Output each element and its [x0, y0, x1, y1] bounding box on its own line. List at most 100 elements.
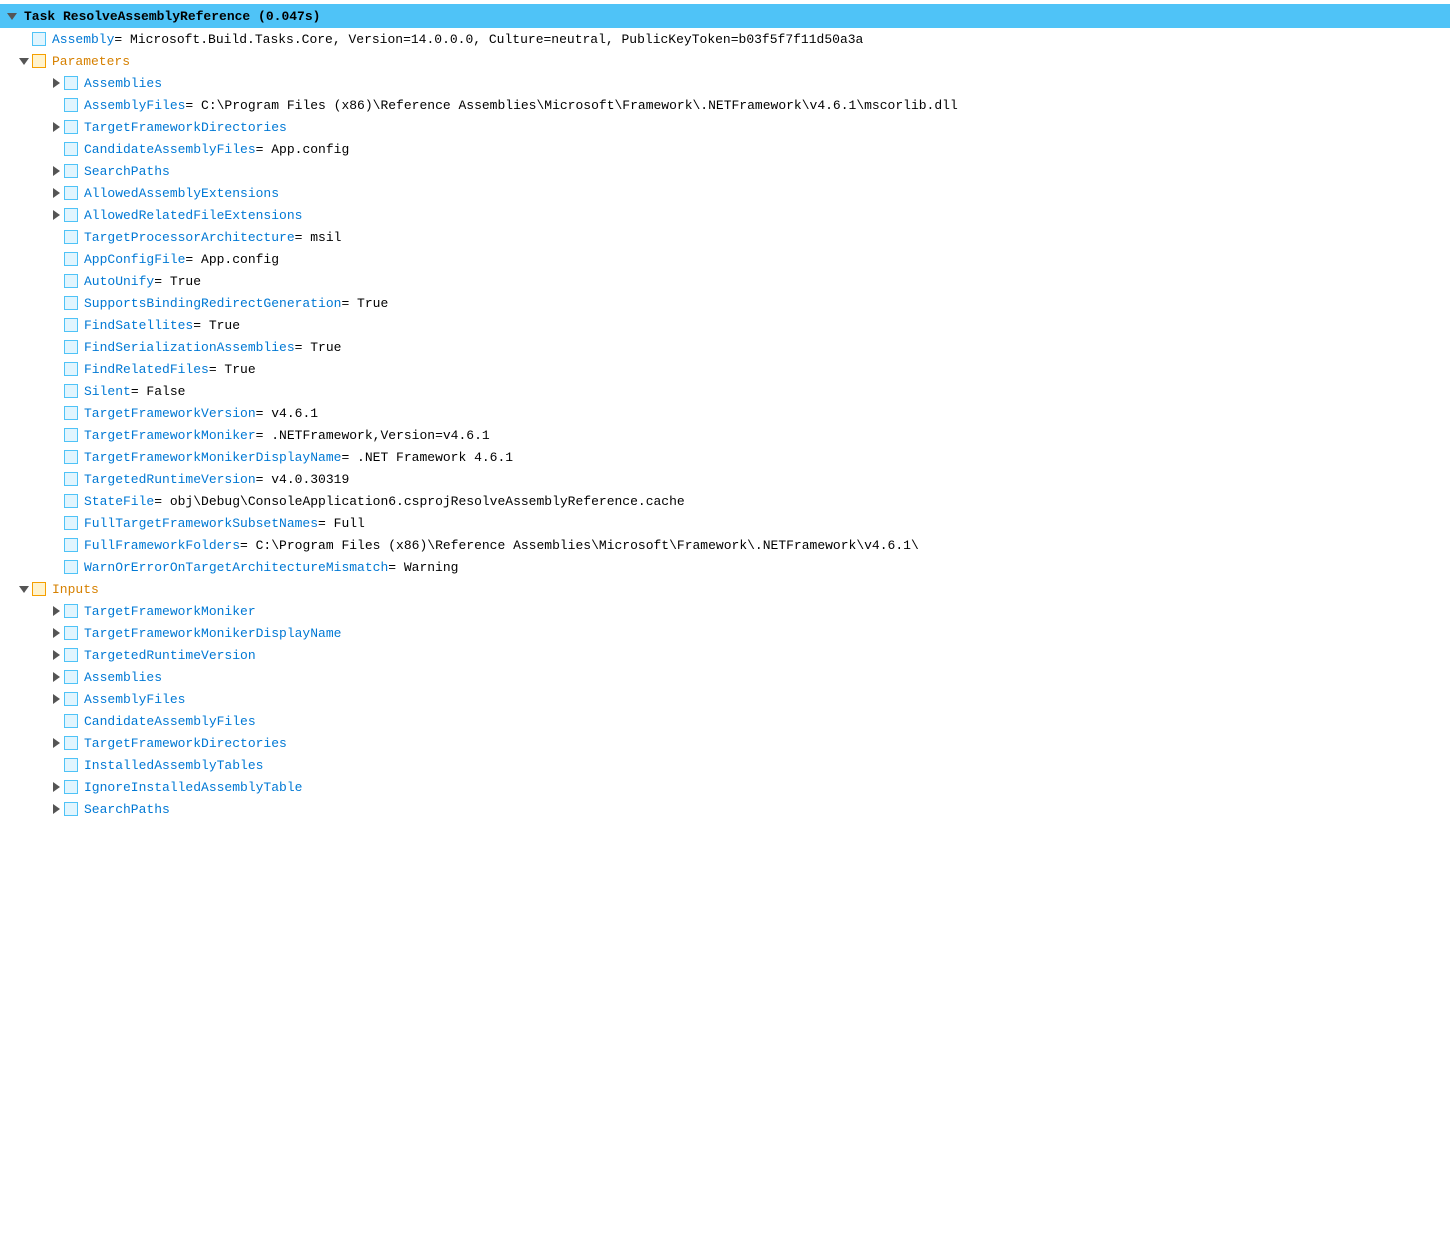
tree-node-findsatellites[interactable]: FindSatellites = True: [0, 314, 1450, 336]
expand-btn-inputs-targetframeworkdirectories[interactable]: [48, 735, 64, 751]
tree-node-silent[interactable]: Silent = False: [0, 380, 1450, 402]
tree-node-targetframeworkmonikerdisplayname[interactable]: TargetFrameworkMonikerDisplayName = .NET…: [0, 446, 1450, 468]
value-targetframeworkmonikerdisplayname: = .NET Framework 4.6.1: [341, 450, 513, 465]
tree-node-inputs-assemblies[interactable]: Assemblies: [0, 666, 1450, 688]
value-findsatellites: = True: [193, 318, 240, 333]
tree-container: Task ResolveAssemblyReference (0.047s) A…: [0, 0, 1450, 824]
tree-node-findserializationassemblies[interactable]: FindSerializationAssemblies = True: [0, 336, 1450, 358]
tree-node-allowedrelatedfileextensions[interactable]: AllowedRelatedFileExtensions: [0, 204, 1450, 226]
tree-node-fullframeworkfolders[interactable]: FullFrameworkFolders = C:\Program Files …: [0, 534, 1450, 556]
icon-assemblies: [64, 75, 80, 91]
tree-node-inputs-targetframeworkmoniker[interactable]: TargetFrameworkMoniker: [0, 600, 1450, 622]
expand-btn-searchpaths[interactable]: [48, 163, 64, 179]
label-inputs-assemblyfiles: AssemblyFiles: [84, 692, 185, 707]
tree-node-assemblies[interactable]: Assemblies: [0, 72, 1450, 94]
expand-btn-inputs-targetframeworkmonikerdisplayname[interactable]: [48, 625, 64, 641]
tree-body: Assembly = Microsoft.Build.Tasks.Core, V…: [0, 28, 1450, 820]
value-appconfigfile: = App.config: [185, 252, 279, 267]
tree-node-findrelatedfiles[interactable]: FindRelatedFiles = True: [0, 358, 1450, 380]
tree-node-inputs-targetframeworkdirectories[interactable]: TargetFrameworkDirectories: [0, 732, 1450, 754]
tree-node-statefile[interactable]: StateFile = obj\Debug\ConsoleApplication…: [0, 490, 1450, 512]
tree-node-targetframeworkmoniker[interactable]: TargetFrameworkMoniker = .NETFramework,V…: [0, 424, 1450, 446]
label-inputs-targetedruntimeversion: TargetedRuntimeVersion: [84, 648, 256, 663]
expand-btn-allowedassemblyextensions[interactable]: [48, 185, 64, 201]
label-targetframeworkdirectories: TargetFrameworkDirectories: [84, 120, 287, 135]
value-targetprocessorarchitecture: = msil: [295, 230, 342, 245]
expand-btn-allowedrelatedfileextensions[interactable]: [48, 207, 64, 223]
tree-node-targetframeworkversion[interactable]: TargetFrameworkVersion = v4.6.1: [0, 402, 1450, 424]
tree-node-inputs-ignoreinstalledassemblytable[interactable]: IgnoreInstalledAssemblyTable: [0, 776, 1450, 798]
expand-btn-inputs-ignoreinstalledassemblytable[interactable]: [48, 779, 64, 795]
icon-inputs: [32, 581, 48, 597]
expand-btn-inputs-searchpaths[interactable]: [48, 801, 64, 817]
label-autounify: AutoUnify: [84, 274, 154, 289]
value-supportsbindingredirectgeneration: = True: [341, 296, 388, 311]
icon-assemblyfiles: [64, 97, 80, 113]
expand-btn-inputs[interactable]: [16, 581, 32, 597]
icon-fulltargetframeworksubsetnames: [64, 515, 80, 531]
icon-allowedrelatedfileextensions: [64, 207, 80, 223]
tree-node-assemblyfiles[interactable]: AssemblyFiles = C:\Program Files (x86)\R…: [0, 94, 1450, 116]
icon-inputs-ignoreinstalledassemblytable: [64, 779, 80, 795]
tree-node-candidateassemblyfiles[interactable]: CandidateAssemblyFiles = App.config: [0, 138, 1450, 160]
tree-node-targetframeworkdirectories[interactable]: TargetFrameworkDirectories: [0, 116, 1450, 138]
expand-btn-inputs-targetframeworkmoniker[interactable]: [48, 603, 64, 619]
tree-node-searchpaths[interactable]: SearchPaths: [0, 160, 1450, 182]
icon-inputs-candidateassemblyfiles: [64, 713, 80, 729]
tree-node-targetprocessorarchitecture[interactable]: TargetProcessorArchitecture = msil: [0, 226, 1450, 248]
tree-node-inputs-candidateassemblyfiles[interactable]: CandidateAssemblyFiles: [0, 710, 1450, 732]
tree-node-allowedassemblyextensions[interactable]: AllowedAssemblyExtensions: [0, 182, 1450, 204]
value-targetframeworkversion: = v4.6.1: [256, 406, 318, 421]
label-inputs-targetframeworkmonikerdisplayname: TargetFrameworkMonikerDisplayName: [84, 626, 341, 641]
tree-node-fulltargetframeworksubsetnames[interactable]: FullTargetFrameworkSubsetNames = Full: [0, 512, 1450, 534]
icon-targetframeworkmoniker: [64, 427, 80, 443]
expand-btn-inputs-targetedruntimeversion[interactable]: [48, 647, 64, 663]
value-autounify: = True: [154, 274, 201, 289]
label-targetframeworkmonikerdisplayname: TargetFrameworkMonikerDisplayName: [84, 450, 341, 465]
tree-node-inputs-targetedruntimeversion[interactable]: TargetedRuntimeVersion: [0, 644, 1450, 666]
icon-warnorerorontargetarchitecturemismatch: [64, 559, 80, 575]
tree-node-inputs[interactable]: Inputs: [0, 578, 1450, 600]
tree-node-inputs-searchpaths[interactable]: SearchPaths: [0, 798, 1450, 820]
tree-node-assembly[interactable]: Assembly = Microsoft.Build.Tasks.Core, V…: [0, 28, 1450, 50]
expand-btn-parameters[interactable]: [16, 53, 32, 69]
tree-node-inputs-installedassemblytables[interactable]: InstalledAssemblyTables: [0, 754, 1450, 776]
value-candidateassemblyfiles: = App.config: [256, 142, 350, 157]
icon-targetedruntimeversion: [64, 471, 80, 487]
value-silent: = False: [131, 384, 186, 399]
value-statefile: = obj\Debug\ConsoleApplication6.csprojRe…: [154, 494, 685, 509]
label-appconfigfile: AppConfigFile: [84, 252, 185, 267]
label-findserializationassemblies: FindSerializationAssemblies: [84, 340, 295, 355]
expand-btn-inputs-assemblyfiles[interactable]: [48, 691, 64, 707]
tree-node-supportsbindingredirectgeneration[interactable]: SupportsBindingRedirectGeneration = True: [0, 292, 1450, 314]
label-assemblyfiles: AssemblyFiles: [84, 98, 185, 113]
label-statefile: StateFile: [84, 494, 154, 509]
tree-node-inputs-assemblyfiles[interactable]: AssemblyFiles: [0, 688, 1450, 710]
label-findsatellites: FindSatellites: [84, 318, 193, 333]
label-searchpaths: SearchPaths: [84, 164, 170, 179]
icon-targetprocessorarchitecture: [64, 229, 80, 245]
tree-node-autounify[interactable]: AutoUnify = True: [0, 270, 1450, 292]
tree-node-warnorerorontargetarchitecturemismatch[interactable]: WarnOrErrorOnTargetArchitectureMismatch …: [0, 556, 1450, 578]
icon-silent: [64, 383, 80, 399]
expand-btn-inputs-assemblies[interactable]: [48, 669, 64, 685]
label-parameters: Parameters: [52, 54, 130, 69]
value-fulltargetframeworksubsetnames: = Full: [318, 516, 365, 531]
value-targetedruntimeversion: = v4.0.30319: [256, 472, 350, 487]
label-inputs-assemblies: Assemblies: [84, 670, 162, 685]
task-header: Task ResolveAssemblyReference (0.047s): [0, 4, 1450, 28]
value-assemblyfiles: = C:\Program Files (x86)\Reference Assem…: [185, 98, 957, 113]
tree-node-parameters[interactable]: Parameters: [0, 50, 1450, 72]
expand-btn-targetframeworkdirectories[interactable]: [48, 119, 64, 135]
icon-findserializationassemblies: [64, 339, 80, 355]
expand-btn-assemblies[interactable]: [48, 75, 64, 91]
label-supportsbindingredirectgeneration: SupportsBindingRedirectGeneration: [84, 296, 341, 311]
icon-appconfigfile: [64, 251, 80, 267]
tree-node-targetedruntimeversion[interactable]: TargetedRuntimeVersion = v4.0.30319: [0, 468, 1450, 490]
icon-inputs-installedassemblytables: [64, 757, 80, 773]
tree-node-appconfigfile[interactable]: AppConfigFile = App.config: [0, 248, 1450, 270]
label-fullframeworkfolders: FullFrameworkFolders: [84, 538, 240, 553]
icon-targetframeworkversion: [64, 405, 80, 421]
tree-node-inputs-targetframeworkmonikerdisplayname[interactable]: TargetFrameworkMonikerDisplayName: [0, 622, 1450, 644]
header-collapse-btn[interactable]: [4, 8, 20, 24]
